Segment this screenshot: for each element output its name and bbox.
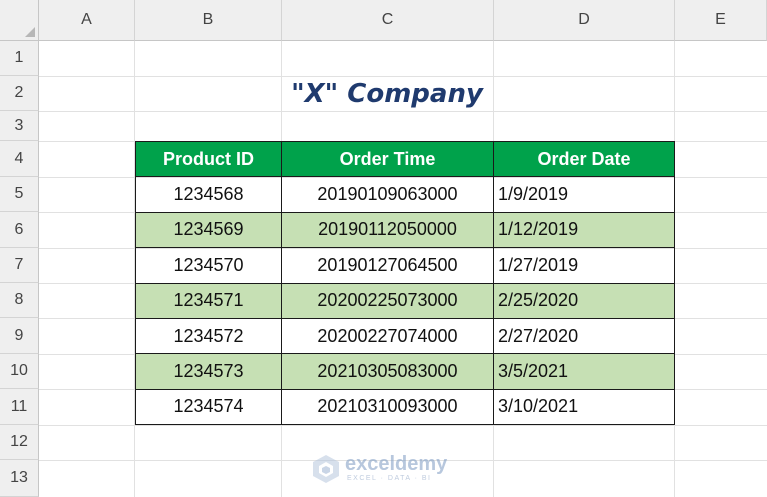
table-header-row: Product ID Order Time Order Date: [135, 140, 675, 178]
table-row: 1234568 20190109063000 1/9/2019: [135, 176, 675, 213]
spreadsheet: A B C D E 1 2 3 4 5 6 7 8 9 10 11 12 13 …: [0, 0, 767, 497]
cell-product-id[interactable]: 1234570: [135, 247, 282, 284]
row-header-7[interactable]: 7: [0, 248, 39, 283]
header-order-date[interactable]: Order Date: [493, 140, 675, 178]
cell-order-date[interactable]: 3/10/2021: [493, 388, 675, 426]
cell-order-time[interactable]: 20190127064500: [281, 247, 494, 284]
cell-product-id[interactable]: 1234573: [135, 353, 282, 390]
cell-product-id[interactable]: 1234574: [135, 388, 282, 426]
row-header-11[interactable]: 11: [0, 389, 39, 425]
cell-product-id[interactable]: 1234569: [135, 211, 282, 249]
table-row: 1234573 20210305083000 3/5/2021: [135, 353, 675, 390]
row-header-3[interactable]: 3: [0, 111, 39, 141]
select-all-button[interactable]: [0, 0, 39, 41]
row-header-12[interactable]: 12: [0, 425, 39, 460]
cell-order-time[interactable]: 20190112050000: [281, 211, 494, 249]
row-header-2[interactable]: 2: [0, 76, 39, 111]
cell-order-date[interactable]: 2/25/2020: [493, 282, 675, 319]
row-header-4[interactable]: 4: [0, 141, 39, 177]
exceldemy-watermark: exceldemy EXCEL · DATA · BI: [312, 452, 472, 486]
cell-order-time[interactable]: 20190109063000: [281, 176, 494, 213]
cell-order-time[interactable]: 20210305083000: [281, 353, 494, 390]
row-header-9[interactable]: 9: [0, 318, 39, 354]
table-row: 1234569 20190112050000 1/12/2019: [135, 211, 675, 249]
table-row: 1234571 20200225073000 2/25/2020: [135, 282, 675, 319]
row-header-8[interactable]: 8: [0, 283, 39, 318]
order-table: Product ID Order Time Order Date 1234568…: [135, 140, 675, 426]
cell-product-id[interactable]: 1234571: [135, 282, 282, 319]
cell-order-date[interactable]: 3/5/2021: [493, 353, 675, 390]
table-row: 1234570 20190127064500 1/27/2019: [135, 247, 675, 284]
row-header-5[interactable]: 5: [0, 177, 39, 212]
table-row: 1234574 20210310093000 3/10/2021: [135, 388, 675, 426]
column-header-b[interactable]: B: [135, 0, 282, 41]
column-header-e[interactable]: E: [675, 0, 767, 41]
header-order-time[interactable]: Order Time: [281, 140, 494, 178]
row-header-10[interactable]: 10: [0, 354, 39, 389]
cell-order-date[interactable]: 1/9/2019: [493, 176, 675, 213]
header-product-id[interactable]: Product ID: [135, 140, 282, 178]
cell-order-time[interactable]: 20200227074000: [281, 317, 494, 355]
watermark-tagline: EXCEL · DATA · BI: [347, 475, 432, 482]
cell-order-date[interactable]: 1/27/2019: [493, 247, 675, 284]
table-row: 1234572 20200227074000 2/27/2020: [135, 317, 675, 355]
cell-order-date[interactable]: 1/12/2019: [493, 211, 675, 249]
gridline: [39, 425, 767, 426]
exceldemy-logo-icon: [313, 455, 339, 483]
cell-order-time[interactable]: 20200225073000: [281, 282, 494, 319]
row-header-6[interactable]: 6: [0, 212, 39, 248]
cell-order-time[interactable]: 20210310093000: [281, 388, 494, 426]
cell-product-id[interactable]: 1234568: [135, 176, 282, 213]
gridline: [39, 111, 767, 112]
column-header-a[interactable]: A: [39, 0, 135, 41]
row-header-13[interactable]: 13: [0, 460, 39, 497]
sheet-title[interactable]: "X" Company: [281, 76, 493, 111]
cell-product-id[interactable]: 1234572: [135, 317, 282, 355]
watermark-name: exceldemy: [345, 453, 448, 475]
column-header-c[interactable]: C: [282, 0, 494, 41]
row-header-1[interactable]: 1: [0, 41, 39, 76]
cell-order-date[interactable]: 2/27/2020: [493, 317, 675, 355]
column-header-d[interactable]: D: [494, 0, 675, 41]
